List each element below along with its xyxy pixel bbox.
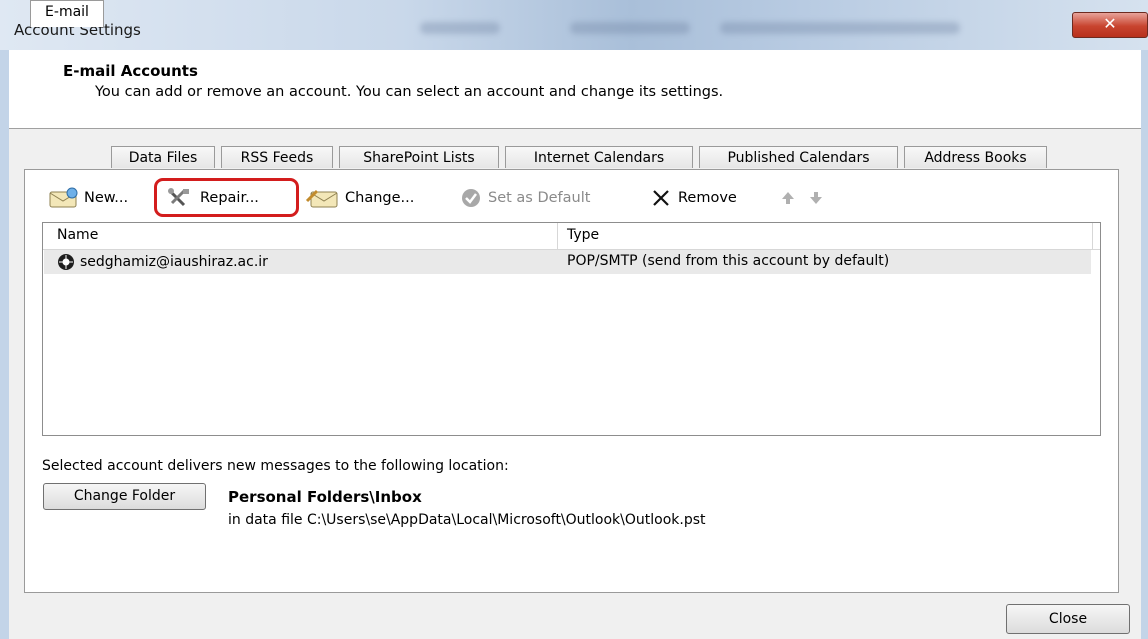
window-close-button[interactable]: ✕: [1072, 12, 1148, 38]
set-default-button[interactable]: Set as Default: [460, 186, 590, 210]
checkmark-icon: [462, 189, 480, 207]
change-label: Change...: [345, 190, 415, 206]
close-button[interactable]: Close: [1006, 604, 1130, 634]
header-title: E-mail Accounts: [63, 62, 198, 80]
tab-address-books[interactable]: Address Books: [904, 146, 1047, 168]
remove-button[interactable]: Remove: [650, 186, 737, 210]
change-folder-button[interactable]: Change Folder: [43, 483, 206, 510]
new-account-icon: [49, 187, 78, 208]
move-up-icon[interactable]: [780, 190, 796, 206]
set-default-label: Set as Default: [488, 190, 591, 206]
tab-sharepoint-lists[interactable]: SharePoint Lists: [339, 146, 499, 168]
account-name: sedghamiz@iaushiraz.ac.ir: [80, 254, 268, 270]
column-header-name[interactable]: Name: [57, 227, 98, 243]
title-bar: Account Settings ✕: [0, 0, 1148, 50]
tab-internet-calendars[interactable]: Internet Calendars: [505, 146, 693, 168]
delivery-text: Selected account delivers new messages t…: [42, 458, 509, 474]
column-header-type[interactable]: Type: [567, 227, 599, 243]
account-list[interactable]: Name Type sedghamiz@iaushiraz.ac.ir POP/…: [42, 222, 1101, 436]
repair-highlight: [154, 178, 299, 217]
move-down-icon[interactable]: [808, 190, 824, 206]
remove-x-icon: [653, 190, 669, 206]
tab-rss-feeds[interactable]: RSS Feeds: [221, 146, 333, 168]
new-button[interactable]: New...: [48, 186, 128, 210]
change-account-icon: [305, 189, 338, 208]
tab-email[interactable]: E-mail: [30, 0, 104, 27]
tab-published-calendars[interactable]: Published Calendars: [699, 146, 898, 168]
data-file-path: in data file C:\Users\se\AppData\Local\M…: [228, 512, 706, 528]
delivery-folder: Personal Folders\Inbox: [228, 488, 422, 506]
change-button[interactable]: Change...: [305, 186, 414, 210]
account-icon: [58, 254, 74, 270]
remove-label: Remove: [678, 190, 737, 206]
tab-data-files[interactable]: Data Files: [111, 146, 215, 168]
dialog-header: E-mail Accounts You can add or remove an…: [9, 50, 1141, 129]
account-row[interactable]: sedghamiz@iaushiraz.ac.ir POP/SMTP (send…: [44, 250, 1091, 274]
new-label: New...: [84, 190, 129, 206]
list-header: Name Type: [43, 223, 1100, 250]
header-subtitle: You can add or remove an account. You ca…: [95, 84, 724, 100]
account-type: POP/SMTP (send from this account by defa…: [567, 253, 890, 269]
